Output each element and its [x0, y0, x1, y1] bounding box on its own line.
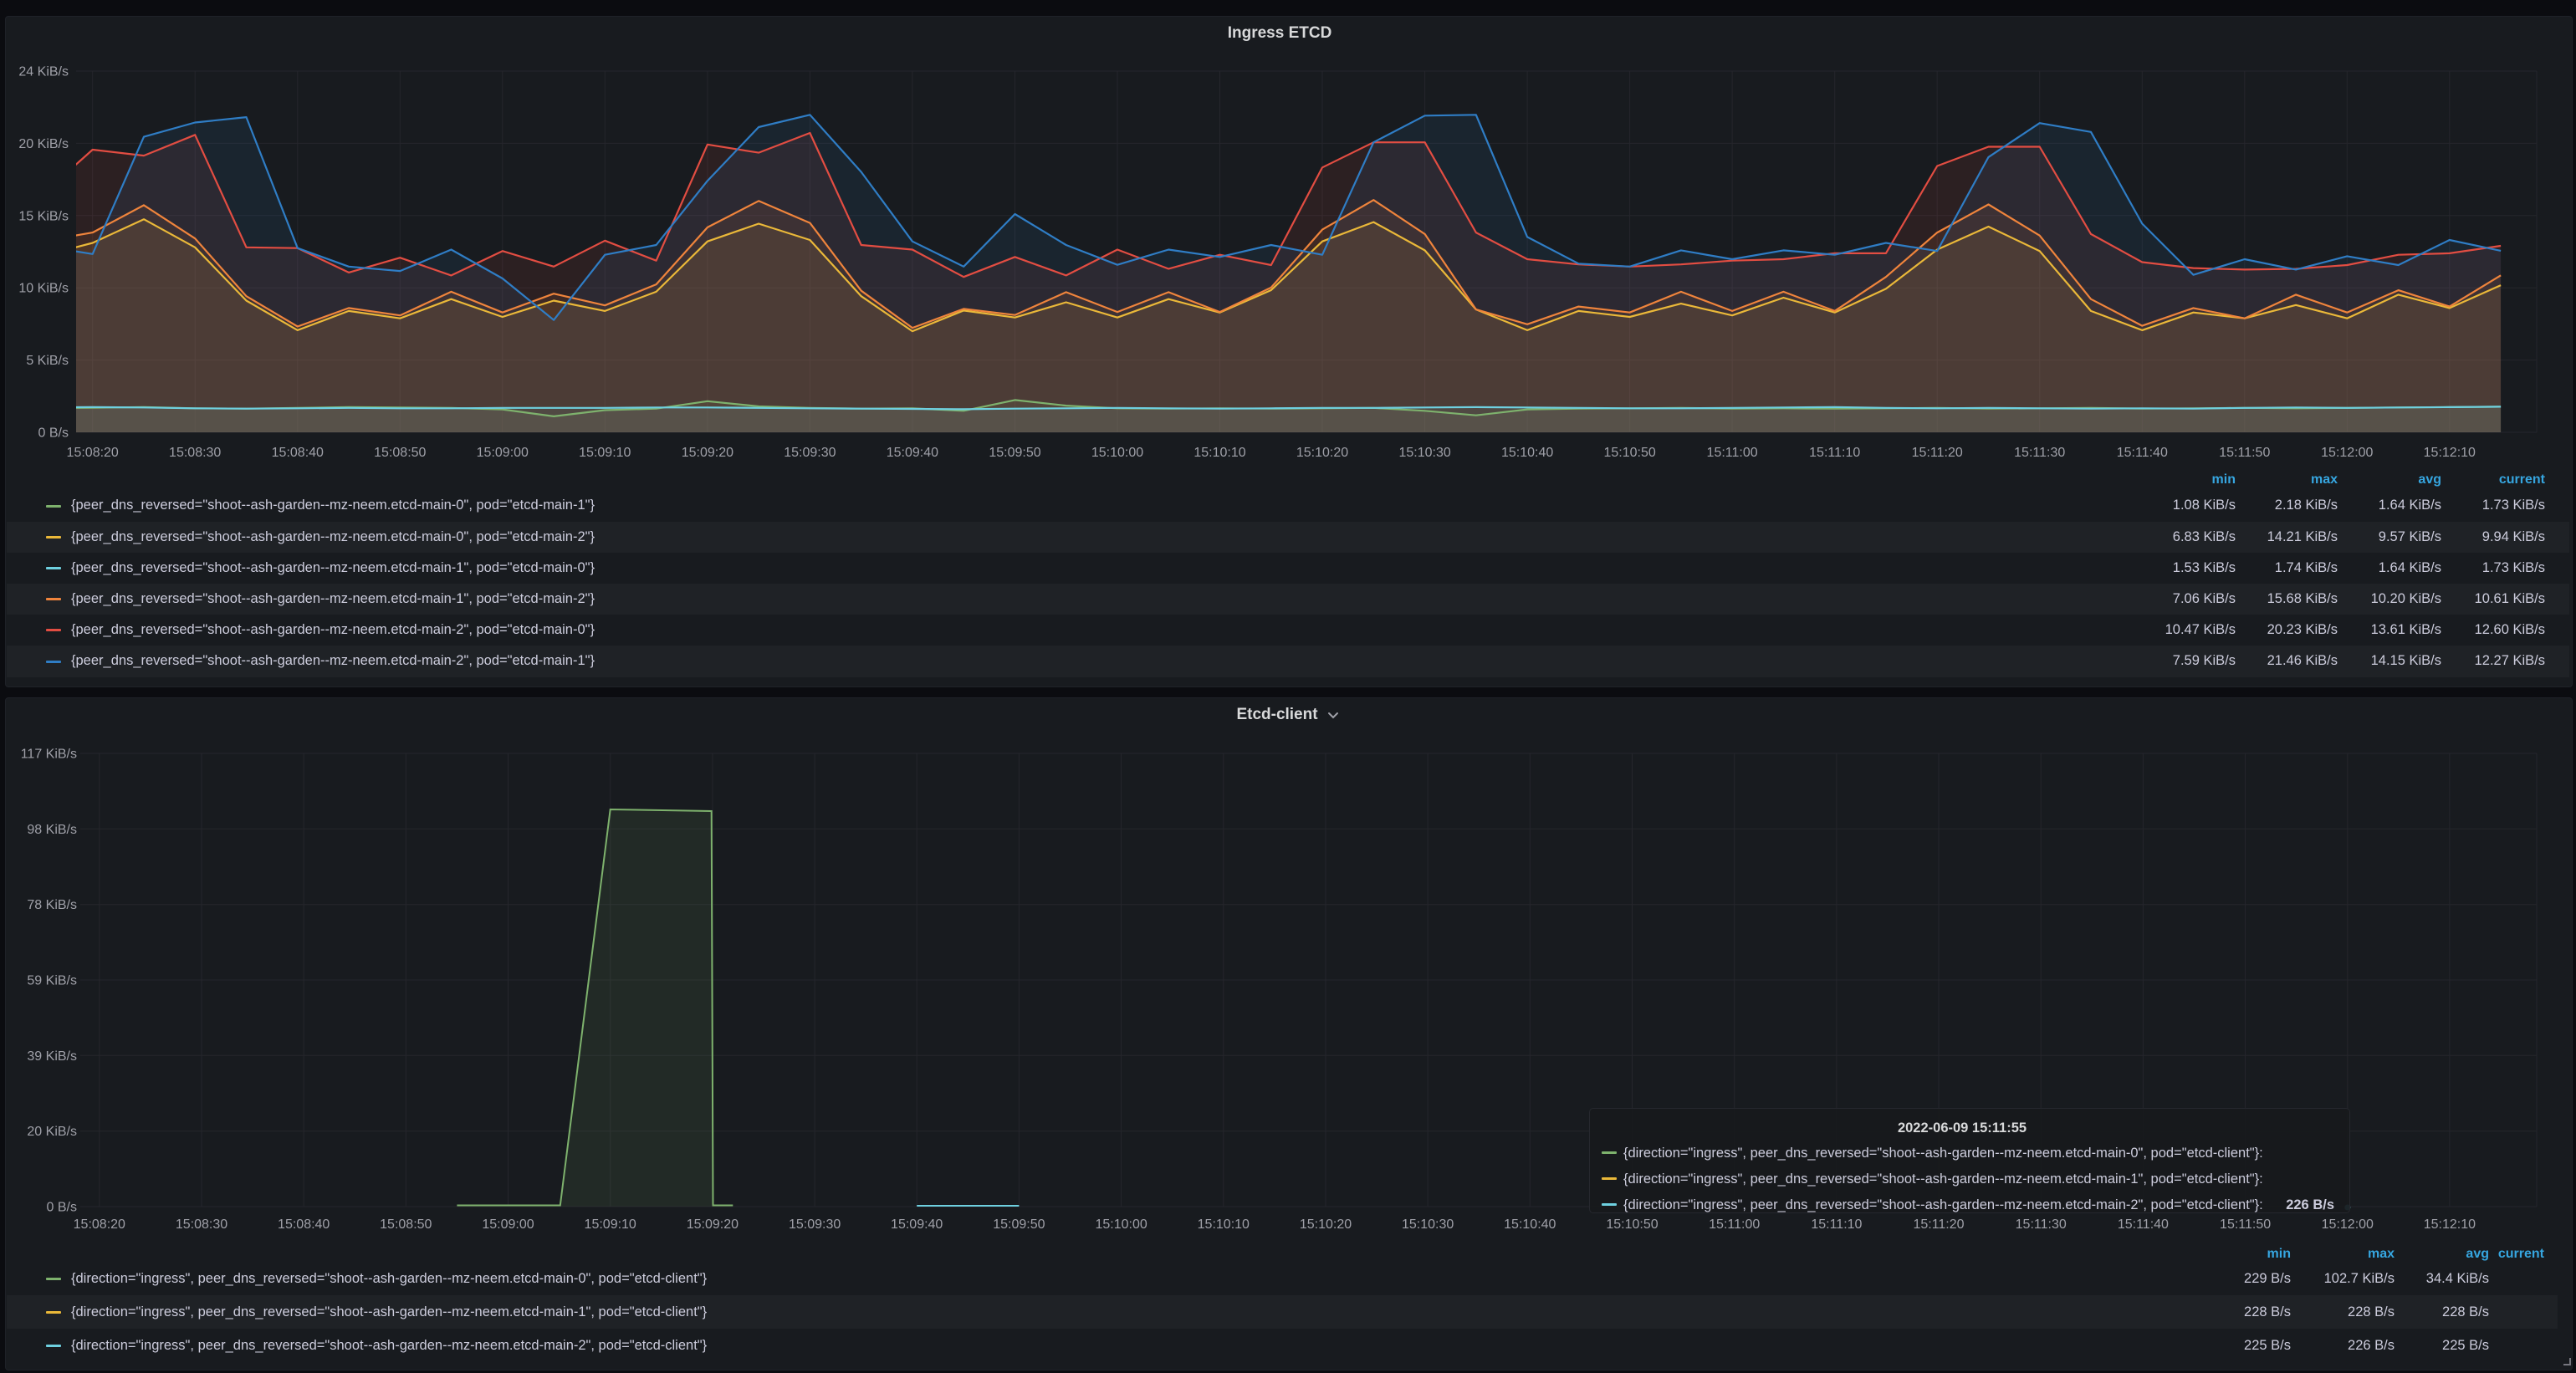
svg-text:15:09:30: 15:09:30: [789, 1217, 841, 1232]
svg-text:15:12:00: 15:12:00: [2322, 1217, 2374, 1232]
svg-text:20 KiB/s: 20 KiB/s: [18, 137, 69, 151]
svg-text:15:10:50: 15:10:50: [1603, 446, 1655, 460]
svg-text:15:09:00: 15:09:00: [477, 446, 529, 460]
svg-text:15:09:20: 15:09:20: [682, 446, 733, 460]
svg-text:15:11:20: 15:11:20: [1913, 1217, 1964, 1232]
svg-text:15:09:20: 15:09:20: [687, 1217, 739, 1232]
svg-text:15:11:40: 15:11:40: [2118, 1217, 2169, 1232]
svg-text:15:08:30: 15:08:30: [169, 446, 221, 460]
svg-text:117 KiB/s: 117 KiB/s: [21, 748, 77, 762]
svg-text:15:10:20: 15:10:20: [1300, 1217, 1352, 1232]
svg-text:15:10:10: 15:10:10: [1198, 1217, 1250, 1232]
svg-text:24 KiB/s: 24 KiB/s: [18, 65, 69, 79]
svg-text:15:11:20: 15:11:20: [1912, 446, 1963, 460]
svg-text:15:09:00: 15:09:00: [482, 1217, 534, 1232]
svg-text:15:12:00: 15:12:00: [2321, 446, 2373, 460]
svg-text:5 KiB/s: 5 KiB/s: [26, 354, 69, 368]
svg-text:0 B/s: 0 B/s: [38, 426, 69, 441]
svg-text:15:10:10: 15:10:10: [1193, 446, 1245, 460]
svg-text:15:12:10: 15:12:10: [2424, 1217, 2476, 1232]
svg-text:15:09:30: 15:09:30: [784, 446, 836, 460]
svg-text:15:09:40: 15:09:40: [887, 446, 938, 460]
svg-text:15:08:50: 15:08:50: [374, 446, 426, 460]
svg-text:15:11:50: 15:11:50: [2220, 1217, 2271, 1232]
svg-text:15:08:40: 15:08:40: [278, 1217, 330, 1232]
svg-text:15:11:10: 15:11:10: [1809, 446, 1860, 460]
svg-text:15:08:40: 15:08:40: [272, 446, 324, 460]
svg-text:15:11:40: 15:11:40: [2117, 446, 2168, 460]
svg-text:15:09:10: 15:09:10: [585, 1217, 636, 1232]
svg-text:15:10:40: 15:10:40: [1504, 1217, 1556, 1232]
svg-text:39 KiB/s: 39 KiB/s: [27, 1049, 77, 1064]
svg-text:15:12:10: 15:12:10: [2424, 446, 2476, 460]
svg-text:78 KiB/s: 78 KiB/s: [27, 898, 77, 912]
svg-text:15:11:30: 15:11:30: [2016, 1217, 2067, 1232]
svg-text:15:08:30: 15:08:30: [176, 1217, 227, 1232]
svg-text:15:11:50: 15:11:50: [2219, 446, 2270, 460]
svg-text:15:09:40: 15:09:40: [891, 1217, 943, 1232]
svg-text:15 KiB/s: 15 KiB/s: [18, 209, 69, 223]
svg-text:59 KiB/s: 59 KiB/s: [27, 974, 77, 988]
svg-text:15:11:00: 15:11:00: [1707, 446, 1758, 460]
svg-text:15:10:20: 15:10:20: [1296, 446, 1348, 460]
svg-text:15:10:40: 15:10:40: [1501, 446, 1553, 460]
svg-text:15:08:20: 15:08:20: [67, 446, 119, 460]
svg-text:15:09:50: 15:09:50: [993, 1217, 1045, 1232]
svg-text:15:10:00: 15:10:00: [1095, 1217, 1147, 1232]
svg-text:15:10:50: 15:10:50: [1606, 1217, 1658, 1232]
svg-text:15:09:50: 15:09:50: [989, 446, 1040, 460]
svg-text:15:08:20: 15:08:20: [74, 1217, 125, 1232]
svg-text:15:11:30: 15:11:30: [2014, 446, 2065, 460]
svg-text:15:09:10: 15:09:10: [579, 446, 631, 460]
svg-text:98 KiB/s: 98 KiB/s: [27, 823, 77, 837]
svg-text:0 B/s: 0 B/s: [47, 1201, 77, 1215]
svg-text:10 KiB/s: 10 KiB/s: [18, 282, 69, 296]
svg-text:15:10:30: 15:10:30: [1402, 1217, 1454, 1232]
svg-text:15:11:10: 15:11:10: [1811, 1217, 1862, 1232]
svg-text:15:08:50: 15:08:50: [380, 1217, 432, 1232]
svg-text:15:10:30: 15:10:30: [1398, 446, 1450, 460]
svg-text:15:11:00: 15:11:00: [1709, 1217, 1760, 1232]
svg-text:15:10:00: 15:10:00: [1091, 446, 1143, 460]
svg-text:20 KiB/s: 20 KiB/s: [27, 1125, 77, 1139]
